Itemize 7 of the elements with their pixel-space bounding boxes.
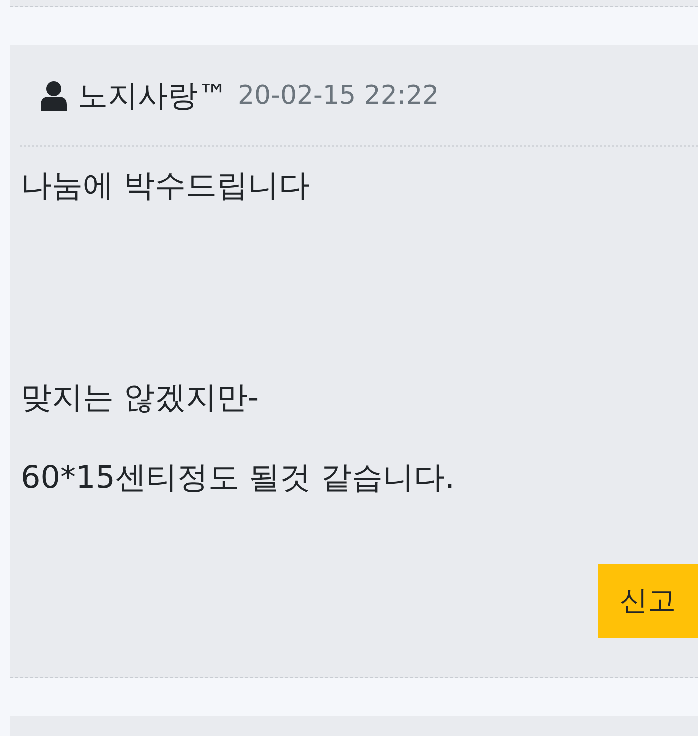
comment-text: 나눔에 박수드립니다 [21, 167, 311, 206]
report-button[interactable]: 신고 [598, 564, 698, 638]
comment-text: 맞지는 않겠지만- [21, 379, 260, 418]
author-name: 노지사랑™ [78, 78, 228, 116]
user-icon [40, 81, 68, 111]
comment-text: 60*15센티정도 될것 같습니다. [21, 459, 456, 498]
comment-date: 20-02-15 22:22 [238, 81, 440, 111]
